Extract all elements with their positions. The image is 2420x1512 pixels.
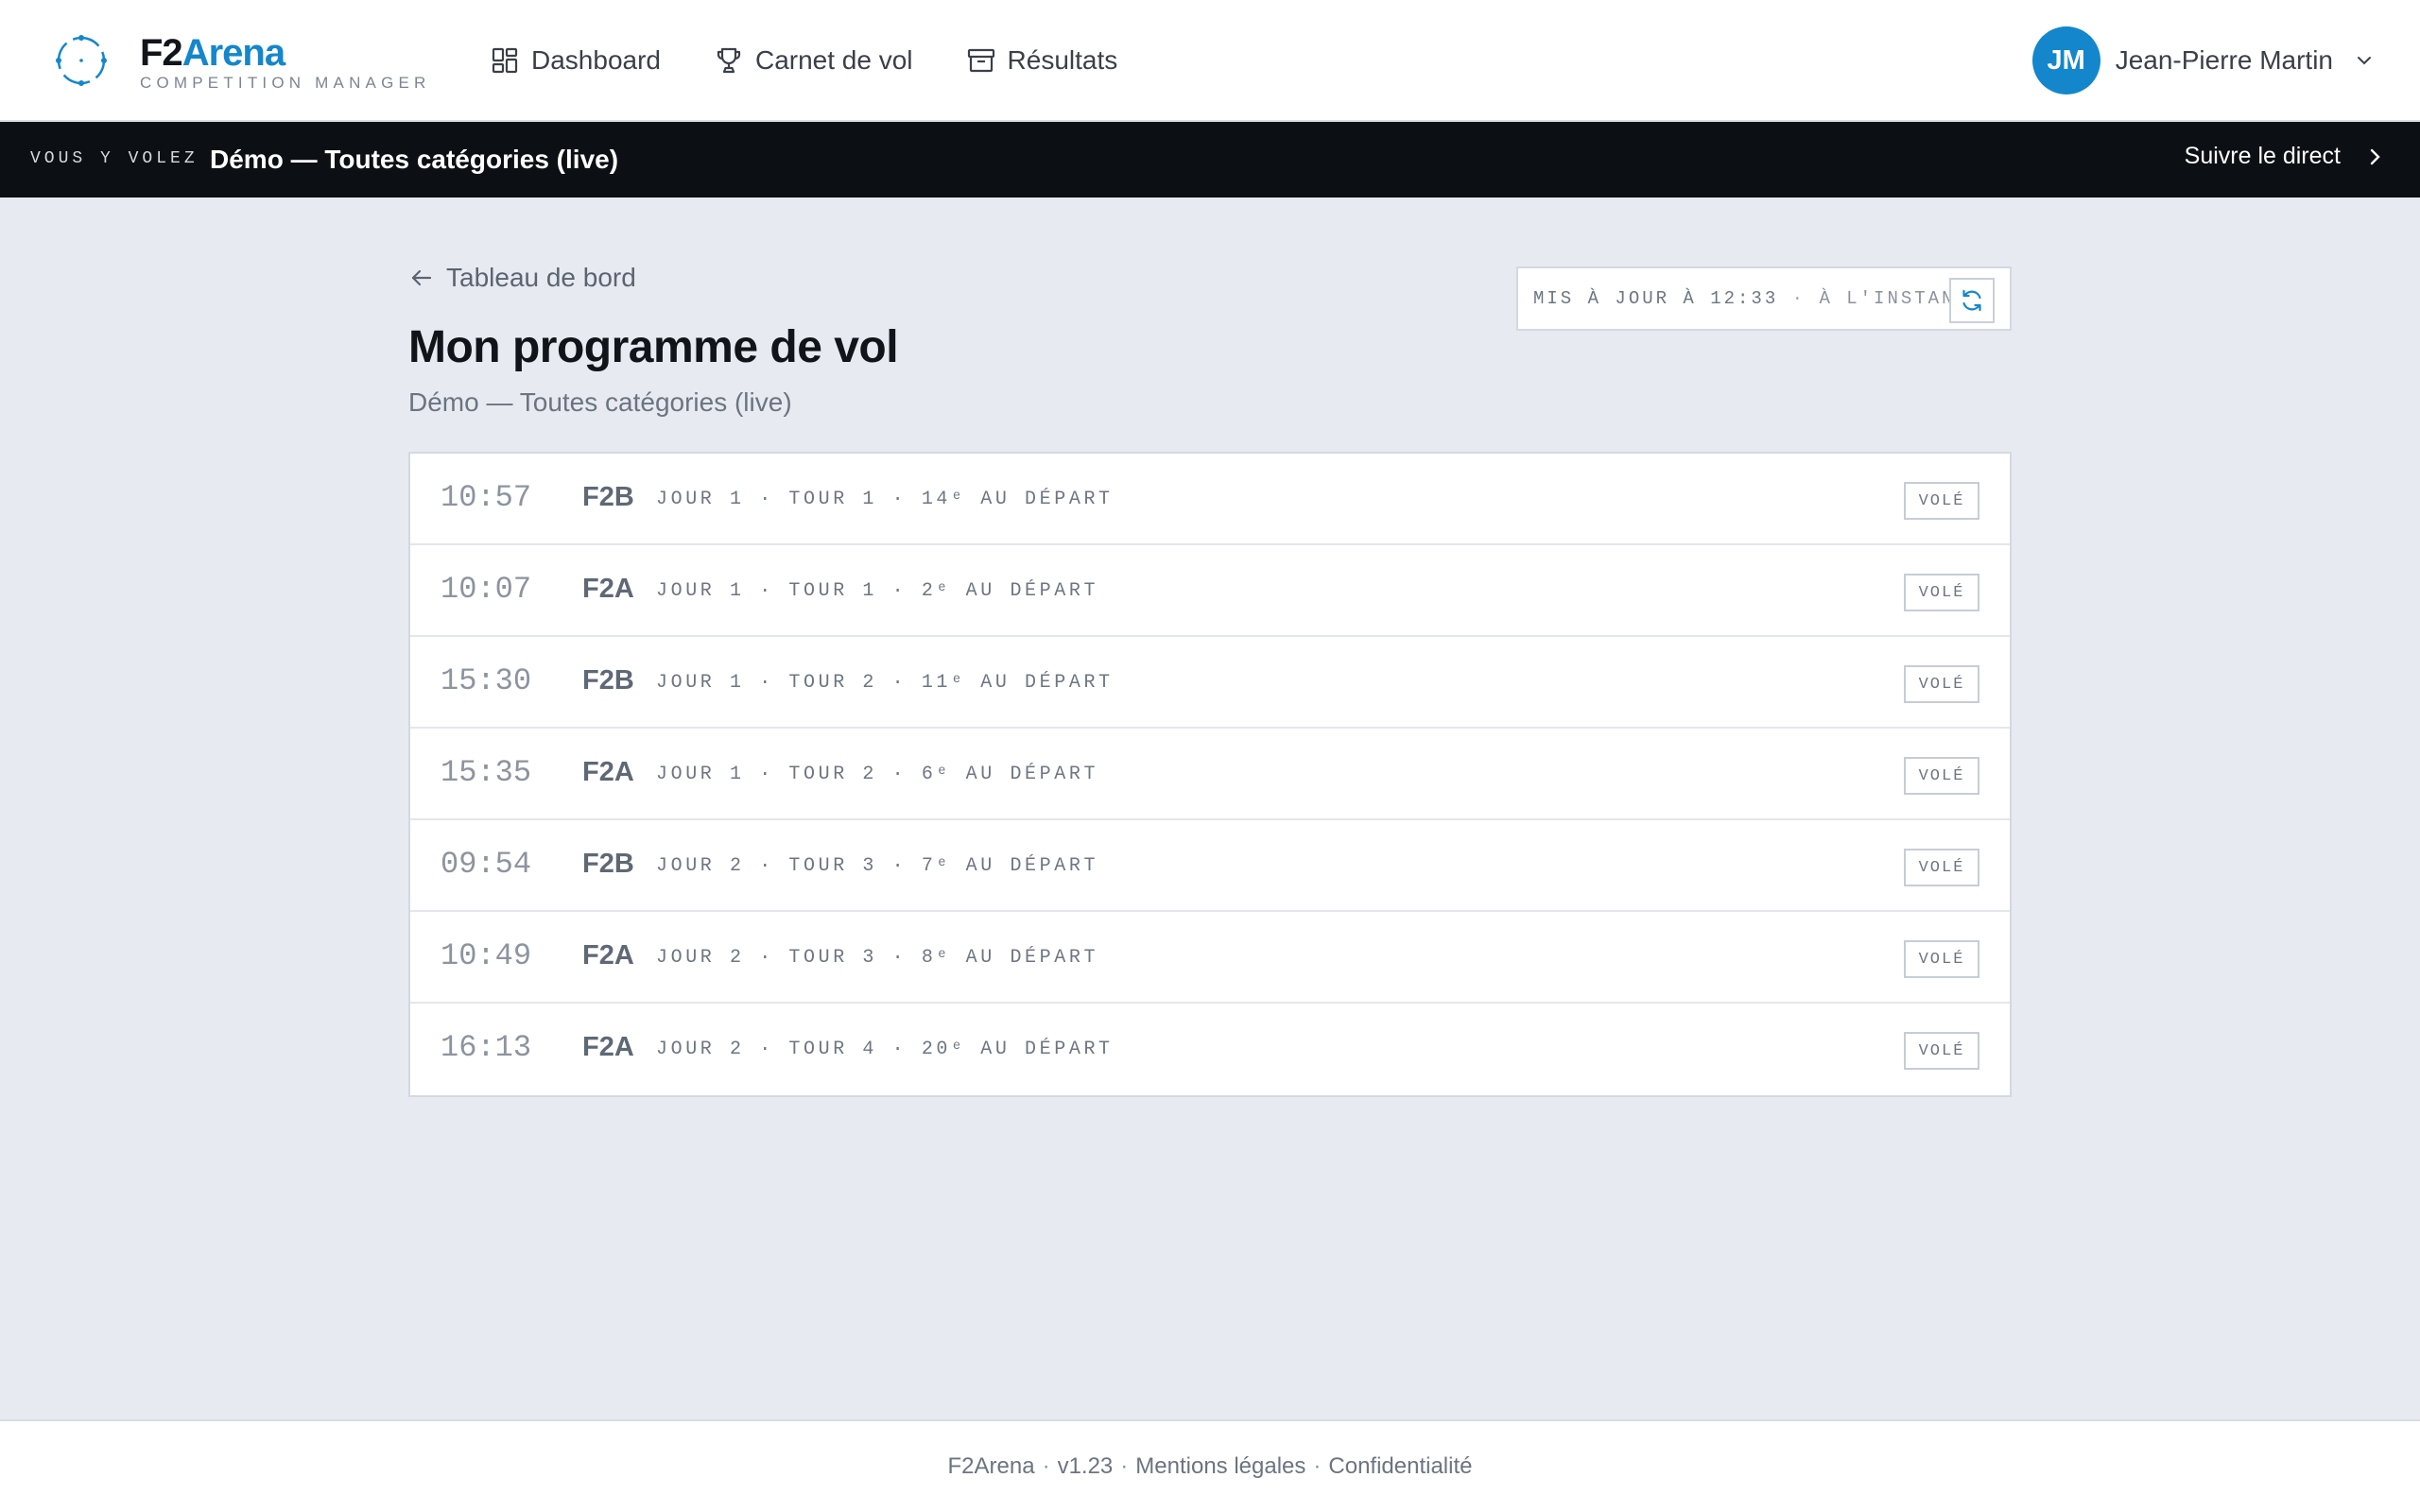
nav-item-dashboard[interactable]: Dashboard xyxy=(490,45,661,76)
footer-version: v1.23 xyxy=(1057,1453,1114,1479)
flight-time: 10:57 xyxy=(441,480,532,515)
legal-notice-link[interactable]: Mentions légales xyxy=(1135,1453,1305,1512)
back-to-dashboard-link[interactable]: Tableau de bord xyxy=(408,263,636,293)
avatar: JM xyxy=(2031,26,2100,94)
last-update-text: MIS À JOUR À 12:33 · À L'INSTANT xyxy=(1533,288,1969,309)
flight-category: F2A xyxy=(582,940,634,971)
status-badge: VOLÉ xyxy=(1904,1032,1979,1070)
list-item[interactable]: 09:54 F2B JOUR 2 · TOUR 3 · 7ᵉ AU DÉPART… xyxy=(410,820,2010,912)
grid-icon xyxy=(492,47,518,74)
list-item[interactable]: 16:13 F2A JOUR 2 · TOUR 4 · 20ᵉ AU DÉPAR… xyxy=(410,1004,2010,1095)
status-badge: VOLÉ xyxy=(1904,574,1979,611)
updated-label: MIS À JOUR À 12:33 xyxy=(1533,288,1779,309)
nav-item-label: Résultats xyxy=(1007,45,1118,75)
arrow-left-icon xyxy=(411,269,432,286)
flight-category: F2A xyxy=(582,1032,634,1062)
flight-time: 09:54 xyxy=(441,847,532,882)
refresh-icon xyxy=(1962,289,1981,312)
page-subtitle: Démo — Toutes catégories (live) xyxy=(408,387,792,417)
chevron-right-icon xyxy=(2370,148,2380,164)
live-competition-banner: VOUS Y VOLEZ Démo — Toutes catégories (l… xyxy=(0,122,2420,198)
last-update-indicator: MIS À JOUR À 12:33 · À L'INSTANT xyxy=(1516,266,2012,331)
flight-details: JOUR 1 · TOUR 2 · 6ᵉ AU DÉPART xyxy=(656,764,1099,785)
flight-schedule-list: 10:57 F2B JOUR 1 · TOUR 1 · 14ᵉ AU DÉPAR… xyxy=(408,452,2012,1097)
brand-tagline: COMPETITION MANAGER xyxy=(140,74,431,92)
flight-category: F2A xyxy=(582,757,634,787)
flight-details: JOUR 2 · TOUR 4 · 20ᵉ AU DÉPART xyxy=(656,1039,1114,1060)
flight-category: F2B xyxy=(582,482,634,512)
brand-name: F2Arena xyxy=(140,32,285,74)
status-badge: VOLÉ xyxy=(1904,482,1979,520)
banner-tag: VOUS Y VOLEZ xyxy=(30,149,199,168)
banner-competition-name: Démo — Toutes catégories (live) xyxy=(210,145,619,174)
nav-item-label: Dashboard xyxy=(531,45,661,75)
user-menu[interactable]: JM Jean-Pierre Martin xyxy=(2031,26,2375,94)
flight-time: 15:30 xyxy=(441,663,532,698)
list-item[interactable]: 15:30 F2B JOUR 1 · TOUR 2 · 11ᵉ AU DÉPAR… xyxy=(410,637,2010,729)
flight-category: F2A xyxy=(582,574,634,604)
brand-logo[interactable]: F2Arena COMPETITION MANAGER xyxy=(140,32,431,93)
flight-details: JOUR 1 · TOUR 1 · 2ᵉ AU DÉPART xyxy=(656,580,1099,602)
nav-item-label: Carnet de vol xyxy=(754,45,913,75)
trophy-icon xyxy=(717,47,741,74)
main-nav: Dashboard Carnet de vol Résultats xyxy=(490,38,1170,83)
nav-item-carnet-de-vol[interactable]: Carnet de vol xyxy=(714,45,913,76)
back-link-label: Tableau de bord xyxy=(446,263,636,292)
status-badge: VOLÉ xyxy=(1904,940,1979,978)
privacy-link[interactable]: Confidentialité xyxy=(1328,1453,1472,1512)
list-item[interactable]: 10:49 F2A JOUR 2 · TOUR 3 · 8ᵉ AU DÉPART… xyxy=(410,912,2010,1004)
list-item[interactable]: 10:57 F2B JOUR 1 · TOUR 1 · 14ᵉ AU DÉPAR… xyxy=(410,454,2010,545)
flight-time: 10:49 xyxy=(441,938,532,973)
follow-live-label: Suivre le direct xyxy=(2184,143,2341,169)
user-name: Jean-Pierre Martin xyxy=(2115,45,2333,75)
page-title: Mon programme de vol xyxy=(408,322,899,372)
flight-category: F2B xyxy=(582,849,634,879)
flight-details: JOUR 1 · TOUR 2 · 11ᵉ AU DÉPART xyxy=(656,672,1114,694)
footer-app-name: F2Arena xyxy=(947,1453,1035,1479)
updated-ago: À L'INSTANT xyxy=(1819,288,1969,309)
flight-time: 16:13 xyxy=(441,1030,532,1065)
chevron-down-icon xyxy=(2358,57,2371,65)
flight-details: JOUR 1 · TOUR 1 · 14ᵉ AU DÉPART xyxy=(656,489,1114,510)
top-nav-bar: F2Arena COMPETITION MANAGER Dashboard Ca… xyxy=(0,0,2420,122)
status-badge: VOLÉ xyxy=(1904,757,1979,795)
footer-separator: · xyxy=(1042,1453,1050,1479)
flight-time: 15:35 xyxy=(441,755,532,790)
footer-separator: · xyxy=(1313,1453,1322,1479)
status-badge: VOLÉ xyxy=(1904,665,1979,703)
page-footer: F2Arena · v1.23 · Mentions légales · Con… xyxy=(0,1419,2420,1512)
status-badge: VOLÉ xyxy=(1904,849,1979,886)
flight-time: 10:07 xyxy=(441,572,532,607)
nav-item-resultats[interactable]: Résultats xyxy=(966,45,1118,76)
footer-separator: · xyxy=(1120,1453,1129,1479)
flight-category: F2B xyxy=(582,665,634,696)
flight-details: JOUR 2 · TOUR 3 · 8ᵉ AU DÉPART xyxy=(656,947,1099,969)
list-item[interactable]: 15:35 F2A JOUR 1 · TOUR 2 · 6ᵉ AU DÉPART… xyxy=(410,729,2010,820)
archive-icon xyxy=(967,48,994,73)
flight-details: JOUR 2 · TOUR 3 · 7ᵉ AU DÉPART xyxy=(656,855,1099,877)
list-item[interactable]: 10:07 F2A JOUR 1 · TOUR 1 · 2ᵉ AU DÉPART… xyxy=(410,545,2010,637)
crosshair-circle-icon[interactable] xyxy=(51,30,112,91)
follow-live-link[interactable]: Suivre le direct xyxy=(2185,143,2386,170)
refresh-button[interactable] xyxy=(1949,278,1995,323)
updated-separator: · xyxy=(1791,288,1806,309)
